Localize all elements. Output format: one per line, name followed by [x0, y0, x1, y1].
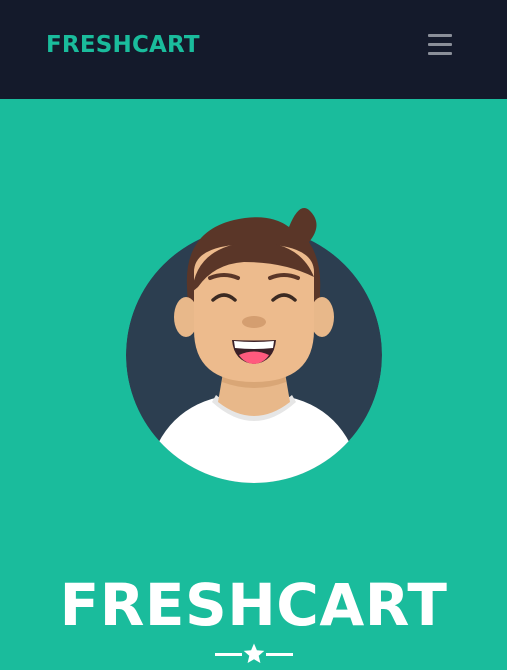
hamburger-menu-icon-bar	[428, 52, 452, 55]
hamburger-menu-icon-bar	[428, 43, 452, 46]
divider-line-right	[266, 653, 293, 656]
brand-logo-link[interactable]: FRESHCART	[46, 31, 200, 59]
navbar: FRESHCART	[0, 0, 507, 99]
star-divider	[213, 642, 295, 668]
avatar-image	[126, 208, 382, 483]
hamburger-menu-icon	[428, 34, 452, 37]
hero-section: FRESHCART	[0, 99, 507, 670]
divider-line-left	[215, 653, 242, 656]
star-icon	[243, 643, 265, 663]
menu-toggle-button[interactable]	[419, 27, 461, 63]
hero-title: FRESHCART	[59, 570, 448, 639]
